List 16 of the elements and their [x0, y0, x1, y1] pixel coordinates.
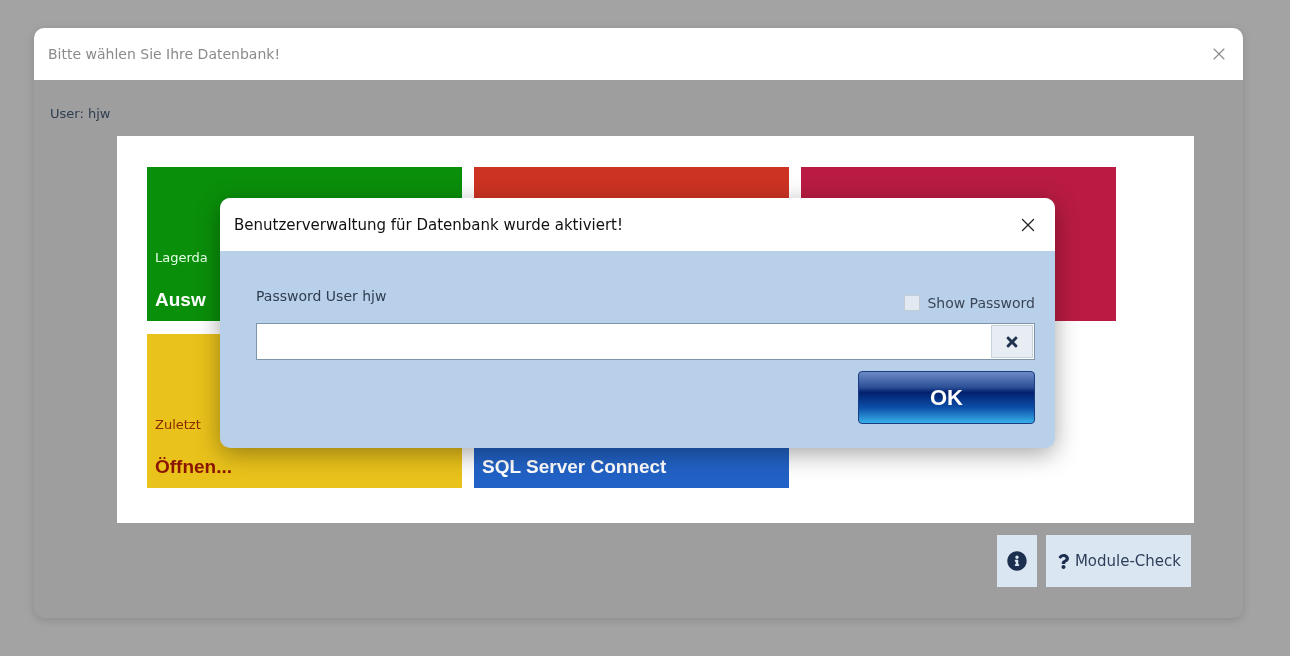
tile-action: SQL Server Connect [482, 456, 667, 478]
tile-caption: Zuletzt [155, 417, 201, 432]
tile-caption: Lagerda [155, 250, 208, 265]
dialog-title: Benutzerverwaltung für Datenbank wurde aktiviert! [234, 215, 623, 234]
window-title: Bitte wählen Sie Ihre Datenbank! [48, 46, 280, 62]
password-field[interactable] [256, 323, 1035, 360]
tile-action: Öffnen... [155, 456, 233, 478]
ok-button[interactable]: OK [858, 371, 1035, 424]
module-check-button[interactable]: Module-Check [1045, 535, 1191, 587]
info-button[interactable] [996, 535, 1037, 587]
clear-button[interactable] [991, 325, 1033, 358]
tile-action: Ausw [155, 289, 206, 311]
user-label: User: hjw [50, 106, 112, 121]
password-label: Password User hjw [256, 288, 387, 304]
info-icon [1006, 551, 1027, 571]
show-password-checkbox[interactable]: Show Password [904, 295, 1035, 311]
